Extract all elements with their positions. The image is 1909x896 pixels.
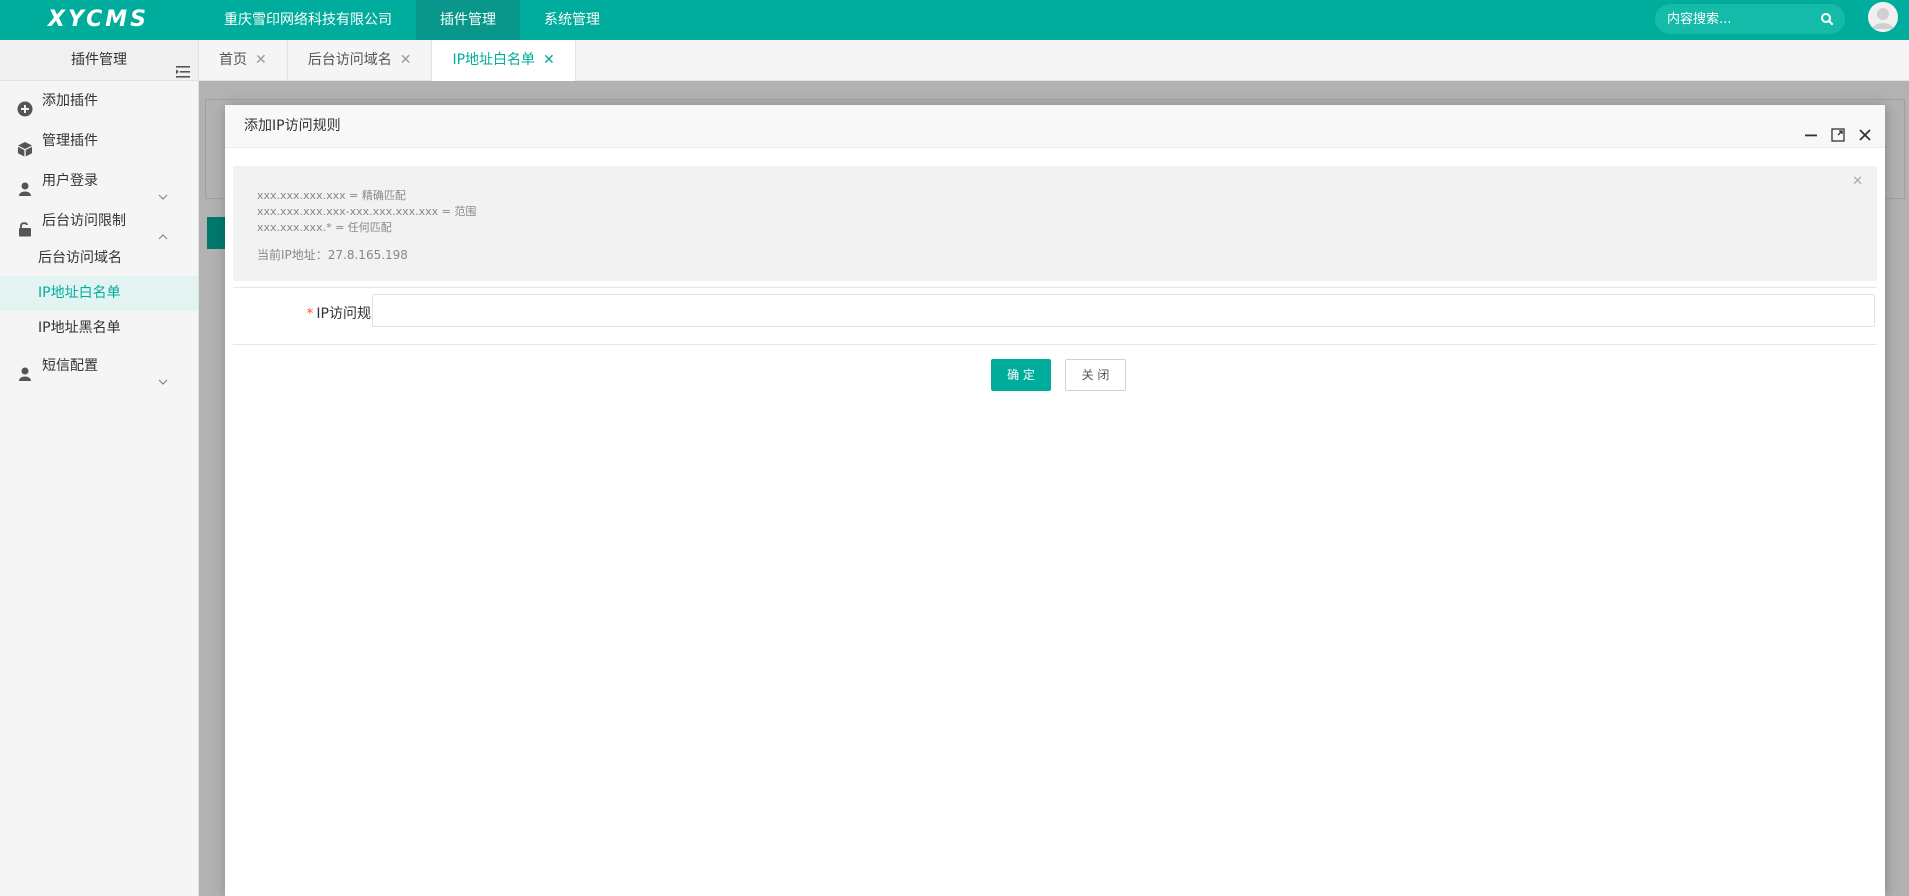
tab-label: IP地址白名单 (452, 52, 536, 68)
sidebar-item-backend-access-limit[interactable]: 后台访问限制 (0, 201, 198, 241)
divider (233, 344, 1877, 345)
search-box (1655, 4, 1845, 34)
sidebar-item-add-plugin[interactable]: 添加插件 (0, 81, 198, 121)
dialog-tools (1803, 118, 1873, 142)
tab-backend-domain[interactable]: 后台访问域名 ✕ (288, 40, 433, 81)
plus-circle-icon (17, 93, 33, 117)
user-icon (17, 358, 33, 381)
divider (233, 287, 1877, 288)
tab-label: 后台访问域名 (307, 52, 392, 68)
sidebar-item-label: 后台访问限制 (42, 213, 126, 229)
cube-icon (17, 133, 33, 157)
search-input[interactable] (1667, 4, 1817, 34)
search-icon[interactable] (1819, 11, 1835, 27)
top-nav-company[interactable]: 重庆雪印网络科技有限公司 (200, 0, 416, 40)
sidebar-item-label: 添加插件 (42, 93, 98, 109)
ip-rule-input[interactable] (372, 294, 1875, 327)
page-tabs: 首页 ✕ 后台访问域名 ✕ IP地址白名单 ✕ (199, 40, 1909, 81)
top-nav: 重庆雪印网络科技有限公司 插件管理 系统管理 (200, 0, 624, 40)
user-icon (17, 173, 33, 196)
sidebar-item-user-login[interactable]: 用户登录 (0, 161, 198, 201)
sidebar-header: 插件管理 (0, 40, 198, 81)
required-mark: * (306, 306, 314, 322)
sidebar-item-label: 用户登录 (42, 173, 98, 189)
dialog-title-bar: 添加IP访问规则 (225, 105, 1885, 148)
sidebar-item-manage-plugin[interactable]: 管理插件 (0, 121, 198, 161)
sidebar-item-sms-config[interactable]: 短信配置 (0, 346, 198, 386)
close-icon[interactable]: ✕ (1852, 174, 1863, 189)
chevron-down-icon (158, 362, 168, 385)
top-nav-system[interactable]: 系统管理 (520, 0, 624, 40)
close-icon[interactable] (1857, 118, 1873, 141)
dialog-title: 添加IP访问规则 (244, 118, 341, 134)
sidebar-subitem-ip-whitelist[interactable]: IP地址白名单 (0, 276, 198, 311)
chevron-up-icon (158, 217, 168, 240)
avatar[interactable] (1868, 2, 1898, 32)
sidebar-title: 插件管理 (71, 52, 127, 68)
sidebar-item-label: 短信配置 (42, 358, 98, 374)
unlock-icon (17, 213, 33, 237)
tab-label: 首页 (219, 52, 247, 68)
current-ip: 当前IP地址：27.8.165.198 (257, 248, 408, 262)
sidebar-subitem-ip-blacklist[interactable]: IP地址黑名单 (0, 311, 198, 346)
add-ip-rule-dialog: 添加IP访问规则 xxx.xxx.xxx.xxx = 精确匹配 xxx.xxx.… (225, 105, 1885, 896)
close-button[interactable]: 关 闭 (1065, 359, 1126, 391)
close-icon[interactable]: ✕ (255, 40, 267, 81)
maximize-icon[interactable] (1830, 118, 1846, 142)
notice-line-exact: xxx.xxx.xxx.xxx = 精确匹配 (257, 189, 406, 202)
ip-rule-notice: xxx.xxx.xxx.xxx = 精确匹配 xxx.xxx.xxx.xxx-x… (233, 166, 1877, 281)
sidebar: 插件管理 添加插件 管理插件 用户登录 后台访问限制 后台访问域名 IP地址白名… (0, 40, 199, 896)
top-nav-plugins[interactable]: 插件管理 (416, 0, 520, 40)
sidebar-item-label: 管理插件 (42, 133, 98, 149)
minimize-icon[interactable] (1803, 118, 1819, 137)
chevron-down-icon (158, 177, 168, 200)
confirm-button[interactable]: 确 定 (991, 359, 1051, 391)
top-navbar: XYCMS 重庆雪印网络科技有限公司 插件管理 系统管理 (0, 0, 1909, 40)
close-icon[interactable]: ✕ (543, 40, 555, 81)
notice-line-wildcard: xxx.xxx.xxx.* = 任何匹配 (257, 221, 392, 234)
tab-ip-whitelist[interactable]: IP地址白名单 ✕ (432, 40, 576, 81)
ip-rule-label: * IP访问规则 (306, 306, 385, 322)
notice-line-range: xxx.xxx.xxx.xxx-xxx.xxx.xxx.xxx = 范围 (257, 205, 477, 218)
menu-collapse-icon[interactable] (176, 54, 190, 78)
app-logo[interactable]: XYCMS (48, 6, 149, 34)
tab-home[interactable]: 首页 ✕ (199, 40, 288, 81)
close-icon[interactable]: ✕ (400, 40, 412, 81)
sidebar-subitem-backend-domain[interactable]: 后台访问域名 (0, 241, 198, 276)
